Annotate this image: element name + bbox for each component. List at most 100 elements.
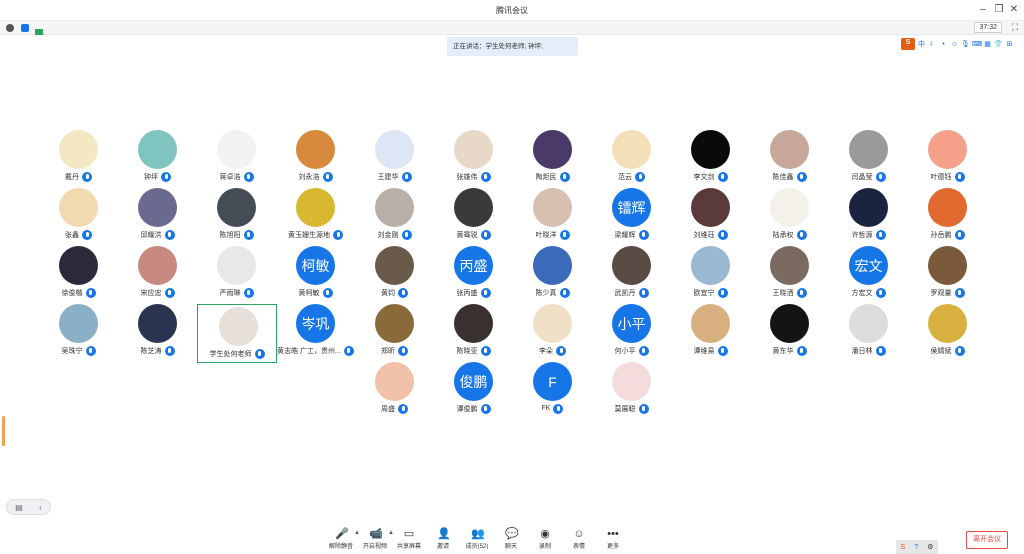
participant-tile[interactable]: 钟坪: [118, 130, 197, 187]
moon-icon[interactable]: ☾: [928, 40, 937, 49]
sogou-icon[interactable]: S: [901, 544, 906, 551]
participant-name-row: 严雨琳: [197, 287, 276, 298]
participant-tile[interactable]: 徐俊楷: [39, 246, 118, 303]
participant-tile[interactable]: 李朵: [513, 304, 592, 361]
leave-meeting-button[interactable]: 离开会议: [966, 531, 1008, 549]
participant-avatar: [849, 130, 888, 169]
participant-tile[interactable]: 岑巩 黄志皓 广工，贵州...: [276, 304, 355, 361]
participant-avatar: 小平: [612, 304, 651, 343]
participant-tile[interactable]: 莫展聪: [592, 362, 671, 419]
start-video-button[interactable]: 📹 开启视频 ▲: [358, 526, 394, 554]
participant-name-row: 学生处何老师: [198, 348, 276, 359]
participant-tile[interactable]: 潘日林: [829, 304, 908, 361]
dot-icon[interactable]: •: [939, 40, 948, 49]
mic-status-icon: [717, 229, 728, 240]
participant-tile[interactable]: 蒋卓浩: [197, 130, 276, 187]
participant-tile[interactable]: 黄玉姗生源地: [276, 188, 355, 245]
participant-tile[interactable]: 陈少真: [513, 246, 592, 303]
participant-tile[interactable]: 黄骞锐: [434, 188, 513, 245]
participant-tile[interactable]: 陶炬民: [513, 130, 592, 187]
record-button[interactable]: ◉ 录制: [528, 526, 562, 554]
toolbar-label: 开启视频: [362, 544, 387, 550]
participant-tile[interactable]: 丙盛 张丙盛: [434, 246, 513, 303]
participant-tile[interactable]: 欧宜宁: [671, 246, 750, 303]
participant-name: 陈晓亚: [456, 347, 478, 355]
participant-tile[interactable]: 武凯丹: [592, 246, 671, 303]
participant-tile[interactable]: 陈芝涛: [118, 304, 197, 361]
participant-tile[interactable]: 闫晶莹: [829, 130, 908, 187]
participant-tile[interactable]: 张鑫: [39, 188, 118, 245]
participant-tile[interactable]: 宏文 方宏文: [829, 246, 908, 303]
participant-tile[interactable]: 叶晓洋: [513, 188, 592, 245]
grid-icon[interactable]: ▦: [983, 40, 992, 49]
participant-tile[interactable]: 孙岳鹏: [908, 188, 987, 245]
emoji-button[interactable]: ☺ 表情: [562, 526, 596, 554]
ime-chinese-toggle[interactable]: 中: [917, 40, 926, 49]
shield-icon[interactable]: [21, 24, 29, 32]
participant-tile[interactable]: 王晓洒: [750, 246, 829, 303]
participant-tile[interactable]: 黄钧: [355, 246, 434, 303]
apps-icon[interactable]: ⊞: [1005, 40, 1014, 49]
participant-tile[interactable]: 谭维易: [671, 304, 750, 361]
participant-tile[interactable]: 黄东华: [750, 304, 829, 361]
keyboard-icon[interactable]: ⌨: [972, 40, 982, 49]
participant-tile[interactable]: F FK: [513, 362, 592, 419]
shirt-icon[interactable]: 👕: [994, 40, 1003, 49]
participant-tile[interactable]: 宋应忠: [118, 246, 197, 303]
help-icon[interactable]: ?: [914, 544, 918, 551]
participant-tile[interactable]: 刘金刚: [355, 188, 434, 245]
restore-icon[interactable]: ❐: [992, 3, 1006, 17]
unmute-button[interactable]: 🎤 解除静音 ▲: [324, 526, 360, 554]
participant-tile[interactable]: 叶德钰: [908, 130, 987, 187]
participant-tile[interactable]: 吴珠宁: [39, 304, 118, 361]
participant-tile[interactable]: 陈晓亚: [434, 304, 513, 361]
participant-name-row: 叶德钰: [908, 171, 987, 182]
participant-tile[interactable]: 许哲源: [829, 188, 908, 245]
participant-name: 陈旭阳: [219, 231, 241, 239]
participant-tile[interactable]: 陈佳鑫: [750, 130, 829, 187]
participant-tile[interactable]: 罗观量: [908, 246, 987, 303]
info-icon[interactable]: [6, 24, 14, 32]
ime-logo-icon[interactable]: S: [901, 38, 915, 50]
participant-tile[interactable]: 范云: [592, 130, 671, 187]
participant-tile[interactable]: 邱耀洪: [118, 188, 197, 245]
participant-tile[interactable]: 张雄伟: [434, 130, 513, 187]
participant-name-row: 谭维易: [671, 345, 750, 356]
close-icon[interactable]: ✕: [1007, 3, 1021, 17]
more-button[interactable]: ••• 更多: [596, 526, 630, 554]
mic-status-icon: [85, 345, 96, 356]
participant-avatar: [612, 130, 651, 169]
participant-tile[interactable]: 小平 何小平: [592, 304, 671, 361]
participant-tile[interactable]: 柯敏 黄柯敏: [276, 246, 355, 303]
participant-tile[interactable]: 陈旭阳: [197, 188, 276, 245]
participant-tile[interactable]: 学生处何老师: [197, 304, 277, 363]
minimize-icon[interactable]: –: [976, 3, 990, 17]
members-button[interactable]: 👥 成员(52): [460, 526, 494, 554]
participant-tile[interactable]: 戴丹: [39, 130, 118, 187]
participant-avatar: [533, 130, 572, 169]
participant-tile[interactable]: 郑昕: [355, 304, 434, 361]
settings-icon[interactable]: ⚙: [927, 543, 933, 551]
participant-tile[interactable]: 周盛: [355, 362, 434, 419]
participant-name: 宋应忠: [140, 289, 162, 297]
participant-tile[interactable]: 俊鹏 谭俊鹏: [434, 362, 513, 419]
participant-tile[interactable]: 李文剑: [671, 130, 750, 187]
participant-tile[interactable]: 镭辉 梁耀辉: [592, 188, 671, 245]
participant-tile[interactable]: 侯婧斌: [908, 304, 987, 361]
participant-name-row: 莫展聪: [592, 403, 671, 414]
collapse-icon[interactable]: ‹: [39, 503, 42, 512]
smile-icon[interactable]: ☺: [950, 40, 959, 49]
invite-button[interactable]: 👤 邀请: [426, 526, 460, 554]
mic-icon[interactable]: 🎙: [961, 40, 970, 49]
chat-button[interactable]: 💬 聊天: [494, 526, 528, 554]
layout-icon[interactable]: ▤: [15, 503, 23, 512]
participant-tile[interactable]: 刘永浩: [276, 130, 355, 187]
participant-tile[interactable]: 刘维珏: [671, 188, 750, 245]
layout-toggle[interactable]: ▤ ‹: [6, 499, 51, 515]
participant-tile[interactable]: 严雨琳: [197, 246, 276, 303]
participant-name: 何小平: [614, 347, 636, 355]
share-screen-button[interactable]: ▭ 共享屏幕: [392, 526, 426, 554]
participant-tile[interactable]: 王建华: [355, 130, 434, 187]
participant-tile[interactable]: 陆承权: [750, 188, 829, 245]
fullscreen-icon[interactable]: ⛶: [1012, 22, 1018, 33]
